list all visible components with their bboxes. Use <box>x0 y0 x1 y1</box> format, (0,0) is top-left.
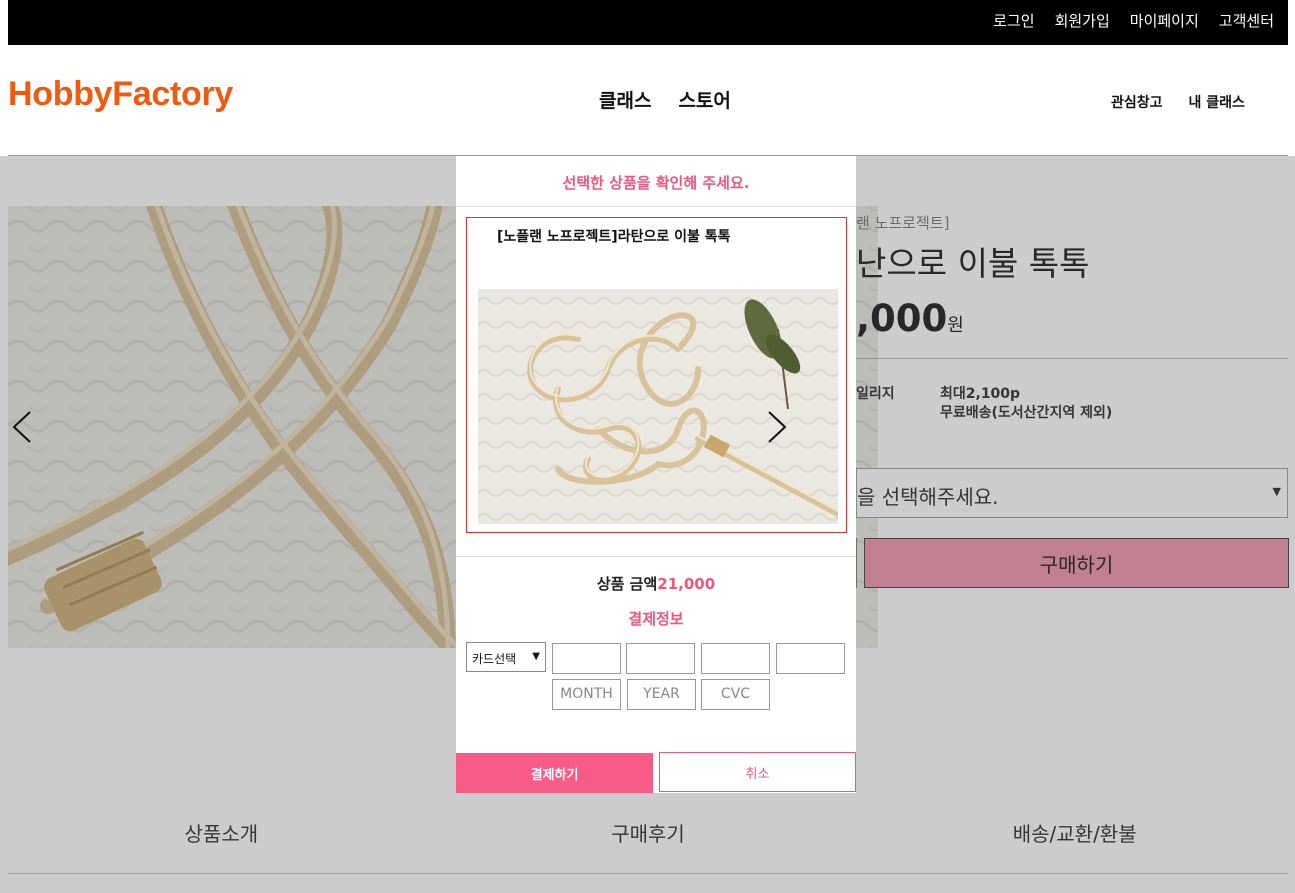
cvc-field[interactable]: CVC <box>701 679 770 710</box>
card-number-field-3[interactable] <box>701 643 770 674</box>
purchase-modal: 선택한 상품을 확인해 주세요. [노플랜 노프로젝트]라탄으로 이불 톡톡 상… <box>456 156 856 793</box>
sum-label: 상품 금액 <box>596 575 658 593</box>
customer-center-link[interactable]: 고객센터 <box>1219 10 1274 31</box>
pay-button[interactable]: 결제하기 <box>456 753 653 793</box>
chevron-right-icon[interactable] <box>765 410 789 444</box>
selected-item-box: [노플랜 노프로젝트]라탄으로 이불 톡톡 <box>466 217 847 533</box>
card-select-value: 카드선택 <box>472 652 517 666</box>
sub-nav: 관심창고 내 클래스 <box>1111 92 1245 112</box>
modal-divider <box>456 206 856 207</box>
my-class-link[interactable]: 내 클래스 <box>1189 92 1245 112</box>
sum-row: 상품 금액21,000 <box>456 573 856 594</box>
month-field[interactable]: MONTH <box>552 679 621 710</box>
chevron-left-icon[interactable] <box>10 410 34 444</box>
sum-amount: 21,000 <box>657 575 716 593</box>
login-link[interactable]: 로그인 <box>993 10 1034 31</box>
nav-class[interactable]: 클래스 <box>599 86 651 113</box>
payment-info-title: 결제정보 <box>628 610 684 628</box>
card-select[interactable]: 카드선택 ▼ <box>466 642 546 672</box>
top-bar: 로그인 회원가입 마이페이지 고객센터 <box>8 0 1288 45</box>
item-name: [노플랜 노프로젝트]라탄으로 이불 톡톡 <box>497 229 731 245</box>
wishlist-link[interactable]: 관심창고 <box>1111 92 1163 112</box>
card-number-field-1[interactable] <box>552 643 621 674</box>
modal-title: 선택한 상품을 확인해 주세요. <box>562 174 750 192</box>
year-field[interactable]: YEAR <box>627 679 696 710</box>
top-nav: 로그인 회원가입 마이페이지 고객센터 <box>993 10 1274 31</box>
item-image <box>478 289 838 524</box>
card-number-field-2[interactable] <box>626 643 695 674</box>
main-nav: 클래스 스토어 <box>599 86 731 113</box>
signup-link[interactable]: 회원가입 <box>1055 10 1110 31</box>
card-number-field-4[interactable] <box>776 643 845 674</box>
mypage-link[interactable]: 마이페이지 <box>1130 10 1199 31</box>
nav-store[interactable]: 스토어 <box>678 86 730 113</box>
site-logo[interactable]: HobbyFactory <box>8 75 233 114</box>
cancel-button[interactable]: 취소 <box>659 752 856 792</box>
chevron-down-icon: ▼ <box>532 651 540 662</box>
modal-divider-2 <box>456 556 856 557</box>
page: 로그인 회원가입 마이페이지 고객센터 HobbyFactory 클래스 스토어… <box>0 0 1295 893</box>
